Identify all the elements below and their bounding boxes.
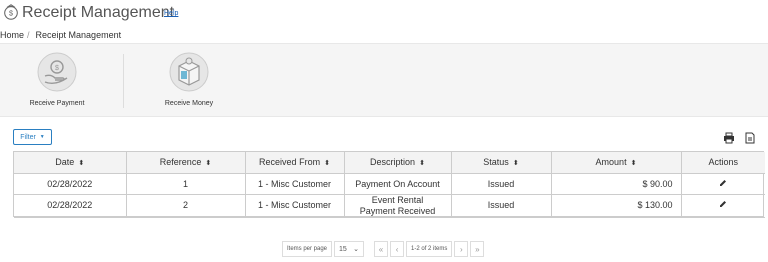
receive-payment-label: Receive Payment	[29, 100, 85, 107]
cell-reference: 1	[126, 173, 246, 195]
cell-description: Event Rental Payment Received	[344, 194, 452, 218]
sort-icon: ⬍	[205, 160, 212, 168]
sort-icon: ⬍	[512, 160, 519, 168]
sort-icon: ⬍	[630, 160, 637, 168]
cell-actions	[681, 194, 765, 218]
export-icon[interactable]	[744, 132, 756, 144]
description-line: Payment Received	[359, 205, 436, 216]
breadcrumb-separator: /	[27, 30, 30, 40]
last-page-button[interactable]: »	[470, 241, 485, 257]
help-link[interactable]: Help	[164, 10, 178, 17]
receive-payment-icon: $	[37, 52, 77, 92]
filter-label: Filter	[20, 133, 36, 141]
description-line: Event Rental	[371, 194, 424, 205]
sort-icon: ⬍	[324, 160, 330, 168]
receive-money-tile[interactable]: Receive Money	[144, 52, 234, 114]
pagination: Items per page 15 ⌄ « ‹ 1-2 of 2 items ›…	[282, 241, 486, 257]
cell-date: 02/28/2022	[14, 194, 127, 218]
receive-payment-tile[interactable]: $ Receive Payment	[12, 52, 102, 114]
column-header-status[interactable]: Status ⬍	[451, 152, 552, 174]
cell-reference: 2	[126, 194, 246, 218]
cell-received-from: 1 - Misc Customer	[245, 194, 345, 218]
receipts-table: Date ⬍ Reference ⬍ Received From ⬍ Descript…	[13, 151, 765, 218]
breadcrumb: Home / Receipt Management	[0, 28, 121, 42]
receive-money-label: Receive Money	[164, 100, 214, 107]
cell-actions	[681, 173, 765, 195]
chevron-down-icon: ⌄	[353, 246, 360, 253]
money-bag-icon: $	[4, 4, 18, 20]
cell-description: Payment On Account	[344, 173, 452, 195]
page-size-select[interactable]: 15 ⌄	[334, 241, 365, 257]
first-page-button[interactable]: «	[374, 241, 389, 257]
page-range-info: 1-2 of 2 items	[406, 241, 453, 257]
breadcrumb-home[interactable]: Home	[0, 30, 24, 40]
action-tiles-band: $ Receive Payment Receive Money	[0, 43, 768, 117]
column-header-reference[interactable]: Reference ⬍	[126, 152, 246, 174]
filter-button[interactable]: Filter ▼	[13, 129, 52, 145]
title-bar: $ Receipt Management Help	[0, 0, 768, 28]
table-row[interactable]: 02/28/2022 2 1 - Misc Customer Event Ren…	[14, 194, 765, 218]
next-page-button[interactable]: ›	[454, 241, 469, 257]
cell-status: Issued	[451, 173, 552, 195]
cell-received-from: 1 - Misc Customer	[245, 173, 345, 195]
receive-money-icon	[169, 52, 209, 92]
column-header-received-from[interactable]: Received From ⬍	[245, 152, 345, 174]
sort-icon: ⬍	[419, 160, 425, 168]
column-header-date[interactable]: Date ⬍	[14, 152, 127, 174]
cell-date: 02/28/2022	[14, 173, 127, 195]
table-row[interactable]: 02/28/2022 1 1 - Misc Customer Payment O…	[14, 173, 765, 195]
tile-divider	[123, 54, 124, 108]
svg-text:$: $	[55, 65, 59, 72]
svg-text:$: $	[9, 9, 13, 18]
page-title: Receipt Management	[22, 4, 175, 21]
items-per-page-label: Items per page	[282, 241, 333, 257]
column-header-amount[interactable]: Amount ⬍	[551, 152, 682, 174]
caret-down-icon: ▼	[39, 134, 45, 140]
cell-amount: $ 130.00	[551, 194, 682, 218]
edit-pencil-icon[interactable]	[719, 179, 727, 187]
column-header-description[interactable]: Description ⬍	[344, 152, 452, 174]
prev-page-button[interactable]: ‹	[390, 241, 405, 257]
cell-amount: $ 90.00	[551, 173, 682, 195]
edit-pencil-icon[interactable]	[719, 200, 727, 208]
printer-icon[interactable]	[723, 132, 735, 144]
cell-status: Issued	[451, 194, 552, 218]
table-header-row: Date ⬍ Reference ⬍ Received From ⬍ Descript…	[14, 152, 765, 174]
sort-icon: ⬍	[78, 160, 85, 168]
breadcrumb-current: Receipt Management	[35, 30, 122, 40]
column-header-actions: Actions	[681, 152, 765, 174]
page-size-value: 15	[339, 245, 347, 253]
